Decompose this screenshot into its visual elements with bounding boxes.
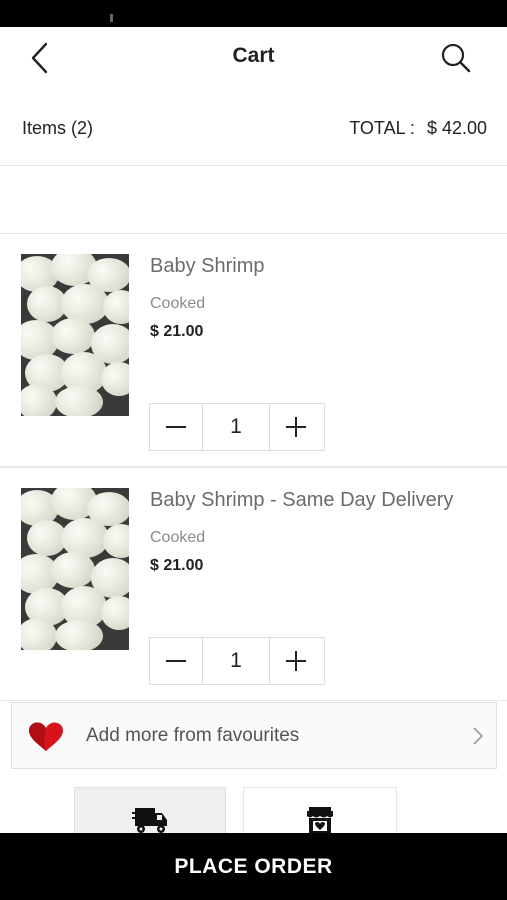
header: Cart <box>0 27 507 89</box>
product-image[interactable] <box>21 488 129 650</box>
product-variant: Cooked <box>150 529 206 546</box>
status-bar <box>0 0 507 27</box>
increase-quantity-button[interactable] <box>270 404 322 450</box>
page-title: Cart <box>232 44 275 67</box>
minus-icon <box>166 426 186 428</box>
heart-icon <box>29 722 63 751</box>
decrease-quantity-button[interactable] <box>150 638 202 684</box>
cart-summary: Items (2) TOTAL : $ 42.00 <box>0 89 507 166</box>
chevron-right-icon <box>473 727 484 745</box>
increase-quantity-button[interactable] <box>270 638 322 684</box>
add-from-favourites-row[interactable]: Add more from favourites <box>11 702 497 769</box>
quantity-stepper: 1 <box>149 637 325 685</box>
quantity-stepper: 1 <box>149 403 325 451</box>
product-price: $ 21.00 <box>150 557 204 574</box>
cart-total: TOTAL : $ 42.00 <box>349 118 487 139</box>
decrease-quantity-button[interactable] <box>150 404 202 450</box>
quantity-value[interactable]: 1 <box>202 404 270 450</box>
search-button[interactable] <box>440 42 472 74</box>
plus-icon <box>286 417 306 437</box>
items-count: Items (2) <box>22 118 94 138</box>
total-value: $ 42.00 <box>426 118 487 138</box>
favourites-label: Add more from favourites <box>86 725 300 746</box>
total-label: TOTAL : <box>349 118 415 138</box>
search-icon <box>441 43 471 73</box>
place-order-button[interactable]: PLACE ORDER <box>0 833 507 900</box>
status-indicator <box>110 14 113 22</box>
delivery-truck-icon <box>132 808 167 833</box>
quantity-value[interactable]: 1 <box>202 638 270 684</box>
store-icon <box>307 807 333 835</box>
cart-item: Baby Shrimp Cooked $ 21.00 1 <box>0 233 507 467</box>
product-price: $ 21.00 <box>150 323 204 340</box>
minus-icon <box>166 660 186 662</box>
product-name[interactable]: Baby Shrimp <box>150 255 265 278</box>
product-image[interactable] <box>21 254 129 416</box>
cart-item: Baby Shrimp - Same Day Delivery Cooked $… <box>0 467 507 701</box>
product-name[interactable]: Baby Shrimp - Same Day Delivery <box>150 489 453 512</box>
spacer <box>0 166 507 233</box>
product-variant: Cooked <box>150 295 206 312</box>
plus-icon <box>286 651 306 671</box>
